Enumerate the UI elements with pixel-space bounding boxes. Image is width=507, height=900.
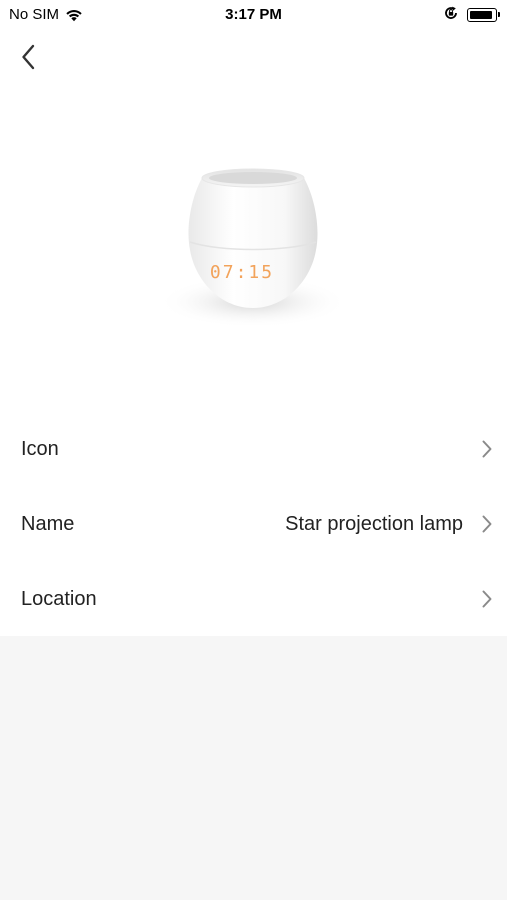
orientation-lock-icon [443, 5, 459, 25]
product-image: 07:15 [150, 150, 360, 340]
row-icon[interactable]: Icon [0, 411, 507, 487]
row-name-value: Star projection lamp [285, 513, 463, 535]
battery-icon [467, 8, 500, 22]
chevron-right-icon [482, 440, 492, 458]
row-name-label: Name [21, 513, 75, 535]
status-time: 3:17 PM [225, 6, 282, 23]
row-icon-label: Icon [21, 438, 59, 460]
lamp-clock-display: 07:15 [210, 262, 274, 283]
status-bar: No SIM 3:17 PM [0, 0, 507, 30]
chevron-right-icon [482, 515, 492, 533]
back-button[interactable] [14, 40, 42, 74]
status-right [443, 5, 500, 25]
row-location[interactable]: Location [0, 561, 507, 637]
row-location-label: Location [21, 588, 97, 610]
row-name[interactable]: Name Star projection lamp [0, 486, 507, 562]
chevron-left-icon [22, 44, 35, 70]
chevron-right-icon [482, 590, 492, 608]
